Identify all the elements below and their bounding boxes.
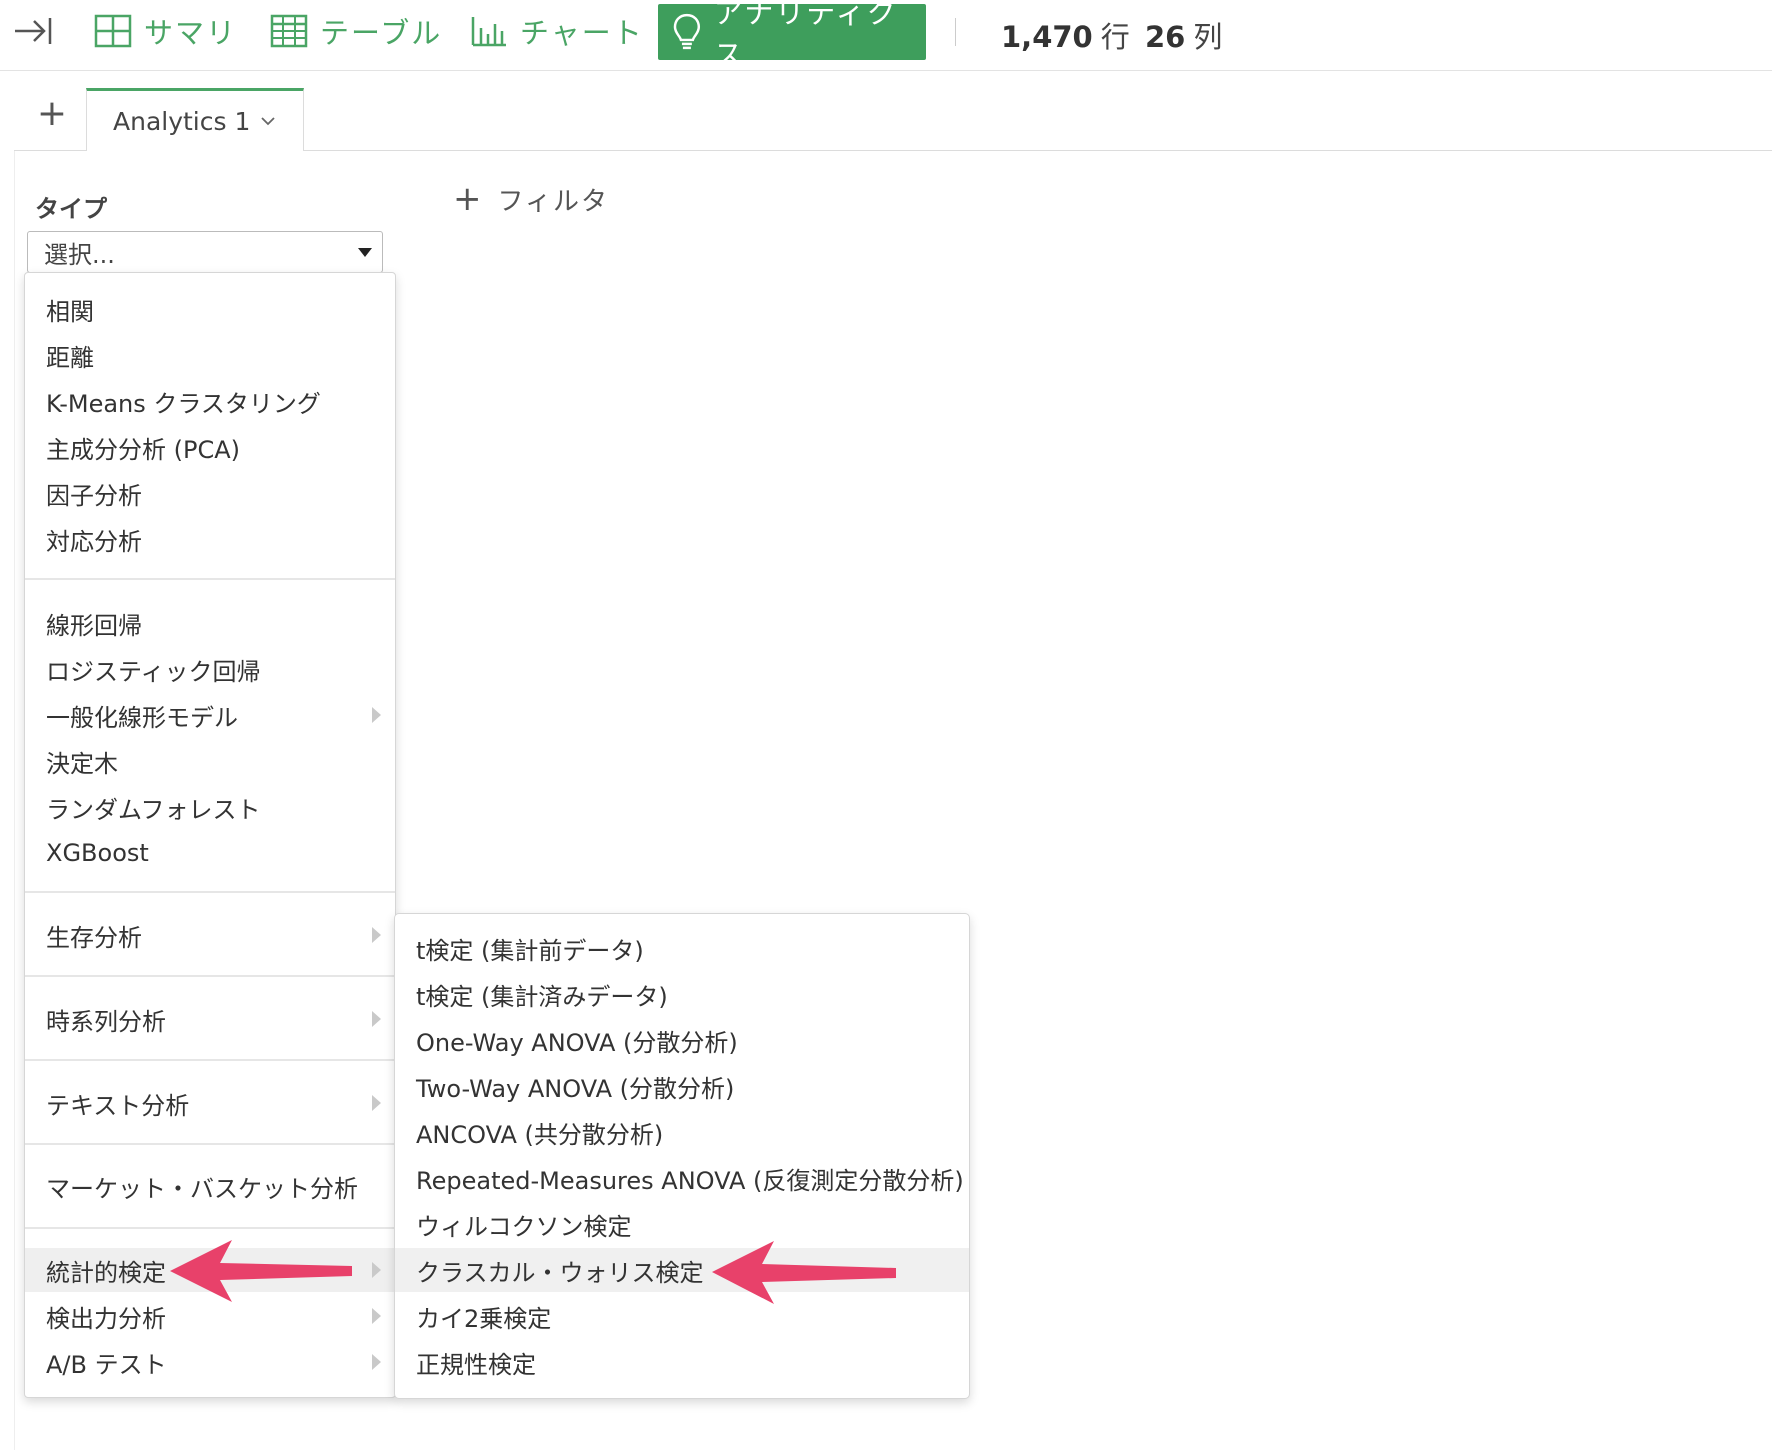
column-count-unit: 列 bbox=[1193, 20, 1223, 54]
menu-item-text-analysis-label: テキスト分析 bbox=[46, 1091, 190, 1120]
tab-summary-label: サマリ bbox=[144, 16, 238, 50]
menu-item-correlation[interactable]: 相関 bbox=[25, 287, 395, 331]
table-icon bbox=[270, 14, 308, 48]
menu-item-statistical-test-label: 統計的検定 bbox=[46, 1258, 166, 1287]
tab-analytics-1-label: Analytics 1 bbox=[113, 106, 251, 136]
submenu-item-chi-square[interactable]: カイ2乗検定 bbox=[395, 1294, 969, 1338]
menu-divider bbox=[25, 891, 395, 893]
menu-item-correspondence-analysis[interactable]: 対応分析 bbox=[25, 517, 395, 561]
menu-item-text-analysis[interactable]: テキスト分析 bbox=[25, 1081, 395, 1125]
menu-item-glm[interactable]: 一般化線形モデル bbox=[25, 693, 395, 737]
submenu-item-wilcoxon[interactable]: ウィルコクソン検定 bbox=[395, 1202, 969, 1246]
toolbar-divider bbox=[955, 18, 956, 46]
menu-item-logistic-regression[interactable]: ロジスティック回帰 bbox=[25, 647, 395, 691]
submenu-item-t-test-aggregated[interactable]: t検定 (集計済みデータ) bbox=[395, 972, 969, 1016]
row-count-unit: 行 bbox=[1100, 20, 1130, 54]
menu-divider bbox=[25, 1059, 395, 1061]
analytics-tab-strip: + Analytics 1 bbox=[14, 70, 1772, 151]
tab-table-label: テーブル bbox=[320, 16, 443, 50]
tab-table[interactable]: テーブル bbox=[270, 0, 442, 62]
menu-item-statistical-test[interactable]: 統計的検定 bbox=[25, 1248, 395, 1292]
menu-divider bbox=[25, 1143, 395, 1145]
submenu-item-ancova[interactable]: ANCOVA (共分散分析) bbox=[395, 1110, 969, 1154]
submenu-item-kruskal-wallis[interactable]: クラスカル・ウォリス検定 bbox=[395, 1248, 969, 1292]
menu-item-survival-analysis[interactable]: 生存分析 bbox=[25, 913, 395, 957]
menu-item-market-basket[interactable]: マーケット・バスケット分析 bbox=[25, 1164, 395, 1208]
tab-analytics[interactable]: アナリティクス bbox=[658, 0, 926, 72]
add-tab-button[interactable]: + bbox=[32, 94, 72, 134]
menu-item-random-forest[interactable]: ランダムフォレスト bbox=[25, 785, 395, 829]
bar-chart-icon bbox=[471, 17, 506, 47]
submenu-item-normality-test[interactable]: 正規性検定 bbox=[395, 1340, 969, 1384]
tab-summary[interactable]: サマリ bbox=[94, 0, 237, 62]
column-count-value: 26 bbox=[1145, 20, 1186, 54]
menu-divider bbox=[25, 578, 395, 580]
type-select-value: 選択... bbox=[44, 240, 115, 269]
menu-item-glm-label: 一般化線形モデル bbox=[46, 703, 238, 732]
tab-analytics-1[interactable]: Analytics 1 bbox=[86, 88, 304, 151]
submenu-arrow-icon bbox=[372, 1308, 381, 1324]
menu-item-power-analysis[interactable]: 検出力分析 bbox=[25, 1294, 395, 1338]
summary-grid-icon bbox=[94, 14, 132, 48]
column-count: 26 列 bbox=[1145, 14, 1222, 56]
submenu-item-one-way-anova[interactable]: One-Way ANOVA (分散分析) bbox=[395, 1018, 969, 1062]
submenu-item-repeated-measures-anova[interactable]: Repeated-Measures ANOVA (反復測定分散分析) bbox=[395, 1156, 969, 1200]
menu-item-xgboost[interactable]: XGBoost bbox=[25, 831, 395, 875]
menu-item-decision-tree[interactable]: 決定木 bbox=[25, 739, 395, 783]
menu-item-survival-analysis-label: 生存分析 bbox=[46, 923, 142, 952]
submenu-arrow-icon bbox=[372, 707, 381, 723]
row-count: 1,470 行 bbox=[1001, 14, 1130, 56]
tab-analytics-label: アナリティクス bbox=[713, 0, 898, 72]
submenu-item-t-test-raw[interactable]: t検定 (集計前データ) bbox=[395, 926, 969, 970]
menu-item-factor-analysis[interactable]: 因子分析 bbox=[25, 471, 395, 515]
submenu-arrow-icon bbox=[372, 1354, 381, 1370]
row-count-value: 1,470 bbox=[1001, 20, 1093, 54]
add-filter-button[interactable]: + フィルタ bbox=[453, 179, 609, 219]
submenu-arrow-icon bbox=[372, 1095, 381, 1111]
chevron-down-icon[interactable] bbox=[260, 115, 276, 127]
menu-item-ab-test[interactable]: A/B テスト bbox=[25, 1340, 395, 1384]
menu-item-time-series-label: 時系列分析 bbox=[46, 1007, 166, 1036]
submenu-item-two-way-anova[interactable]: Two-Way ANOVA (分散分析) bbox=[395, 1064, 969, 1108]
type-label: タイプ bbox=[35, 195, 107, 223]
menu-item-kmeans[interactable]: K-Means クラスタリング bbox=[25, 379, 395, 423]
type-dropdown-menu: 相関 距離 K-Means クラスタリング 主成分分析 (PCA) 因子分析 対… bbox=[24, 272, 396, 1398]
submenu-arrow-icon bbox=[372, 1262, 381, 1278]
tab-chart-label: チャート bbox=[520, 16, 644, 50]
menu-divider bbox=[25, 1227, 395, 1229]
menu-item-linear-regression[interactable]: 線形回帰 bbox=[25, 601, 395, 645]
menu-item-power-analysis-label: 検出力分析 bbox=[46, 1304, 166, 1333]
top-toolbar: サマリ テーブル チャート アナリティクス 1,470 行 26 列 bbox=[0, 0, 1772, 72]
type-select[interactable]: 選択... bbox=[27, 231, 383, 273]
collapse-arrow-icon bbox=[15, 18, 52, 44]
add-filter-label: フィルタ bbox=[497, 186, 609, 217]
menu-item-ab-test-label: A/B テスト bbox=[46, 1350, 167, 1379]
caret-down-icon bbox=[358, 248, 372, 257]
submenu-arrow-icon bbox=[372, 1011, 381, 1027]
tab-chart[interactable]: チャート bbox=[470, 0, 644, 62]
plus-icon: + bbox=[453, 179, 482, 219]
lightbulb-icon bbox=[673, 13, 701, 50]
statistical-test-submenu: t検定 (集計前データ) t検定 (集計済みデータ) One-Way ANOVA… bbox=[394, 913, 970, 1399]
collapse-panel-button[interactable] bbox=[12, 0, 54, 62]
menu-item-time-series[interactable]: 時系列分析 bbox=[25, 997, 395, 1041]
menu-divider bbox=[25, 975, 395, 977]
menu-item-distance[interactable]: 距離 bbox=[25, 333, 395, 377]
menu-item-pca[interactable]: 主成分分析 (PCA) bbox=[25, 425, 395, 469]
submenu-arrow-icon bbox=[372, 927, 381, 943]
